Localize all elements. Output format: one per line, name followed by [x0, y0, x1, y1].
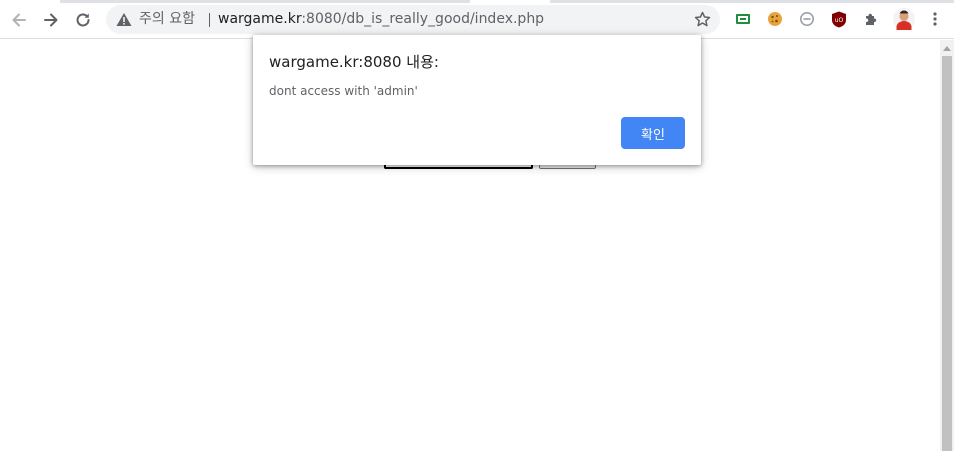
forward-arrow-icon: [44, 13, 58, 27]
alert-dialog: wargame.kr:8080 내용: dont access with 'ad…: [253, 35, 701, 165]
puzzle-icon[interactable]: [862, 10, 880, 28]
avatar[interactable]: [893, 8, 915, 30]
svg-text:uO: uO: [835, 17, 844, 24]
ok-button[interactable]: 확인: [621, 117, 685, 149]
security-status[interactable]: 주의 요함: [139, 11, 195, 28]
cookie-icon[interactable]: [766, 10, 784, 28]
forward-button[interactable]: [37, 6, 65, 34]
browser-toolbar: 주의 요함 wargame.kr:8080/db_is_really_good/…: [0, 0, 954, 39]
scroll-up-arrow-icon[interactable]: [940, 40, 954, 56]
url-path: :8080/db_is_really_good/index.php: [301, 11, 545, 27]
scroll-thumb[interactable]: [942, 56, 952, 451]
url-text[interactable]: wargame.kr:8080/db_is_really_good/index.…: [218, 11, 544, 28]
omnibox-divider: [209, 13, 210, 27]
scrollbar[interactable]: [940, 40, 954, 451]
url-host: wargame.kr: [218, 11, 302, 27]
bookmark-star-icon[interactable]: [694, 11, 711, 28]
minus-circle-icon[interactable]: [798, 10, 816, 28]
ublock-icon[interactable]: uO: [830, 10, 848, 28]
dialog-message: dont access with 'admin': [269, 84, 418, 98]
address-bar[interactable]: 주의 요함 wargame.kr:8080/db_is_really_good/…: [106, 5, 720, 34]
tab-strip: [0, 0, 954, 3]
screen-capture-icon[interactable]: [734, 10, 752, 28]
warning-icon[interactable]: [116, 12, 132, 27]
back-button[interactable]: [5, 6, 33, 34]
kebab-menu-icon[interactable]: [926, 10, 944, 28]
back-arrow-icon: [12, 13, 26, 27]
reload-button[interactable]: [69, 6, 97, 34]
reload-icon: [76, 13, 90, 27]
dialog-title: wargame.kr:8080 내용:: [269, 53, 439, 71]
